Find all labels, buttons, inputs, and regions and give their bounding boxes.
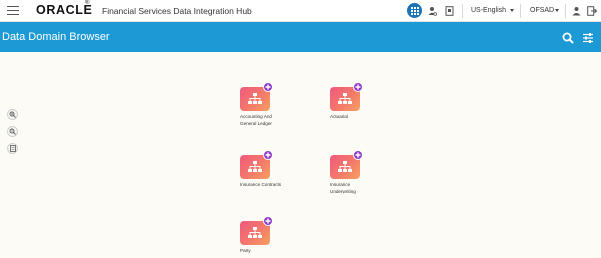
- language-chevron-down-icon[interactable]: [510, 9, 514, 12]
- search-icon[interactable]: [562, 31, 574, 44]
- add-plus-icon[interactable]: [263, 82, 273, 92]
- user-menu[interactable]: OFSAD: [530, 6, 554, 15]
- fit-icon[interactable]: [7, 143, 18, 154]
- document-icon[interactable]: [444, 5, 455, 16]
- divider: [520, 4, 521, 18]
- oracle-logo: ORACLE: [36, 3, 93, 17]
- user-settings-icon[interactable]: [427, 5, 438, 16]
- language-select[interactable]: US-English: [471, 6, 506, 15]
- divider: [565, 4, 566, 18]
- grid-icon[interactable]: [407, 3, 422, 18]
- domain-label: Party: [240, 248, 251, 253]
- zoom-out-icon[interactable]: [7, 126, 18, 137]
- page-header: Data Domain Browser: [0, 22, 601, 52]
- page-title: Data Domain Browser: [2, 31, 110, 43]
- add-plus-icon[interactable]: [353, 82, 363, 92]
- divider: [462, 4, 463, 18]
- domain-label: Insurance Underwriting: [330, 182, 356, 194]
- domain-label: Actuarial: [330, 114, 348, 119]
- logout-icon[interactable]: [586, 5, 597, 16]
- domain-label: Accounting And General Ledger: [240, 114, 272, 126]
- add-plus-icon[interactable]: [263, 216, 273, 226]
- app-title: Financial Services Data Integration Hub: [102, 6, 252, 16]
- add-plus-icon[interactable]: [353, 150, 363, 160]
- menu-icon[interactable]: [7, 6, 19, 15]
- domain-label: Insurance Contracts: [240, 182, 282, 187]
- user-chevron-down-icon[interactable]: [555, 9, 559, 12]
- registered-mark: ®: [85, 0, 90, 6]
- zoom-in-icon[interactable]: [7, 109, 18, 120]
- user-icon[interactable]: [571, 5, 582, 16]
- filter-icon[interactable]: [582, 31, 594, 43]
- top-bar: ORACLE ® Financial Services Data Integra…: [0, 0, 601, 22]
- add-plus-icon[interactable]: [263, 150, 273, 160]
